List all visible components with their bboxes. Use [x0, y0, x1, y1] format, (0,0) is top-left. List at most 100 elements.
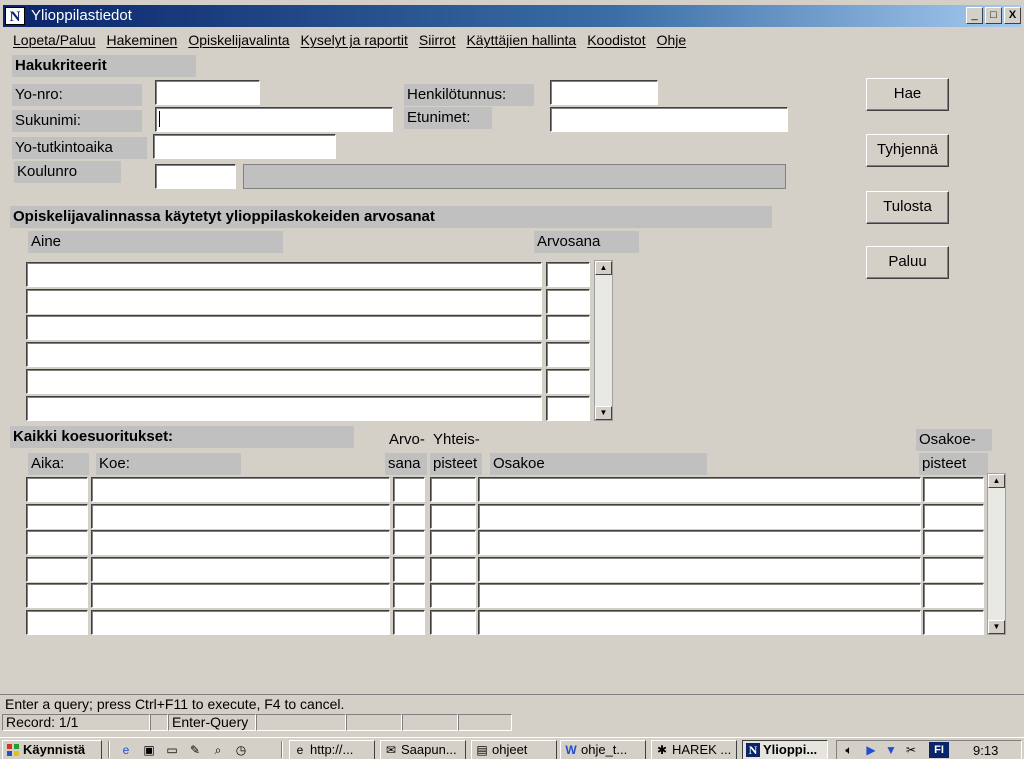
yhteispisteet-cell[interactable]: [430, 556, 476, 582]
osakoepisteet-cell[interactable]: [923, 609, 984, 635]
osakoe-cell[interactable]: [478, 477, 921, 502]
arvosana-cell[interactable]: [393, 530, 425, 555]
monitor-icon[interactable]: ▭: [164, 742, 180, 758]
minimize-button[interactable]: _: [966, 7, 983, 24]
task-word[interactable]: Wohje_t...: [560, 740, 646, 759]
task-inbox[interactable]: ✉ Saapun...: [380, 740, 466, 759]
tyhjenna-button[interactable]: Tyhjennä: [866, 134, 949, 167]
osakoe-cell[interactable]: [478, 583, 921, 608]
start-button[interactable]: Käynnistä: [2, 740, 102, 759]
arvosana-cell[interactable]: [546, 368, 590, 394]
menu-kyselyt[interactable]: Kyselyt ja raportit: [301, 30, 408, 50]
arvosana-cell[interactable]: [546, 262, 590, 287]
osakoe-cell[interactable]: [478, 609, 921, 635]
task-browser[interactable]: e http://...: [289, 740, 375, 759]
menu-siirrot[interactable]: Siirrot: [419, 30, 456, 50]
menu-ohje[interactable]: Ohje: [657, 30, 687, 50]
koe-cell[interactable]: [91, 477, 390, 502]
aine-cell[interactable]: [26, 315, 542, 341]
arvosana-cell[interactable]: [546, 395, 590, 421]
scroll-down-icon[interactable]: ▼: [595, 406, 612, 420]
media-icon[interactable]: ▶: [863, 742, 879, 758]
menu-opiskelijavalinta[interactable]: Opiskelijavalinta: [188, 30, 289, 50]
yhteispisteet-cell[interactable]: [430, 609, 476, 635]
arvosana-cell[interactable]: [393, 556, 425, 582]
status-cell-empty: [458, 714, 512, 731]
osakoepisteet-cell[interactable]: [923, 530, 984, 555]
menu-hakeminen[interactable]: Hakeminen: [107, 30, 178, 50]
menu-kayttajien-hallinta[interactable]: Käyttäjien hallinta: [466, 30, 576, 50]
osakoepisteet-cell[interactable]: [923, 583, 984, 608]
language-indicator[interactable]: FI: [929, 742, 949, 758]
hae-button[interactable]: Hae: [866, 78, 949, 111]
task-harek[interactable]: ✱ HAREK ...: [651, 740, 737, 759]
mail-icon: ✉: [385, 743, 397, 757]
network-icon[interactable]: ▼: [883, 742, 899, 758]
osakoepisteet-cell[interactable]: [923, 503, 984, 529]
koe-cell[interactable]: [91, 530, 390, 555]
arvosana-cell[interactable]: [393, 583, 425, 608]
edit-icon[interactable]: ✎: [187, 742, 203, 758]
osakoe-cell[interactable]: [478, 530, 921, 555]
arvosana-cell[interactable]: [393, 609, 425, 635]
taskbar: Käynnistä e ▣ ▭ ✎ ⌕ ◷ e http://... ✉ Saapu…: [0, 737, 1024, 759]
aika-cell[interactable]: [26, 477, 88, 502]
aika-cell[interactable]: [26, 556, 88, 582]
task-ylioppilastiedot[interactable]: N Ylioppi...: [742, 740, 828, 759]
arvosana-cell[interactable]: [546, 342, 590, 368]
etunimet-input[interactable]: [550, 107, 788, 132]
tulosta-button[interactable]: Tulosta: [866, 191, 949, 224]
aika-cell[interactable]: [26, 503, 88, 529]
menu-koodistot[interactable]: Koodistot: [587, 30, 645, 50]
aine-cell[interactable]: [26, 395, 542, 421]
osakoepisteet-cell[interactable]: [923, 477, 984, 502]
koulunro-label: Koulunro: [14, 161, 121, 183]
scroll-down-icon[interactable]: ▼: [988, 620, 1005, 634]
search-icon[interactable]: ⌕: [210, 742, 226, 758]
aika-cell[interactable]: [26, 609, 88, 635]
scroll-up-icon[interactable]: ▲: [988, 474, 1005, 488]
aika-cell[interactable]: [26, 583, 88, 608]
menu-lopeta[interactable]: Lopeta/Paluu: [13, 30, 96, 50]
arvosana-cell[interactable]: [546, 288, 590, 314]
koe-cell[interactable]: [91, 583, 390, 608]
aine-cell[interactable]: [26, 262, 542, 287]
koulunro-input[interactable]: [155, 164, 236, 189]
exams-scrollbar[interactable]: ▲ ▼: [987, 473, 1006, 635]
close-button[interactable]: X: [1004, 7, 1021, 24]
clock-app-icon[interactable]: ◷: [233, 742, 249, 758]
sukunimi-input[interactable]: [155, 107, 393, 132]
yo-nro-input[interactable]: [155, 80, 260, 105]
maximize-button[interactable]: □: [985, 7, 1002, 24]
arvosana-cell[interactable]: [393, 503, 425, 529]
osakoe-cell[interactable]: [478, 556, 921, 582]
volume-icon[interactable]: 🔈︎: [841, 742, 857, 758]
aine-cell[interactable]: [26, 288, 542, 314]
osakoe-cell[interactable]: [478, 503, 921, 529]
koe-cell[interactable]: [91, 609, 390, 635]
aika-cell[interactable]: [26, 530, 88, 555]
tool-icon[interactable]: ✂: [903, 742, 919, 758]
arvosana-cell[interactable]: [393, 477, 425, 502]
aine-cell[interactable]: [26, 368, 542, 394]
aine-cell[interactable]: [26, 342, 542, 368]
henkilotunnus-input[interactable]: [550, 80, 658, 105]
grades-scrollbar[interactable]: ▲ ▼: [594, 260, 613, 421]
koe-cell[interactable]: [91, 503, 390, 529]
task-folder[interactable]: ▤ ohjeet: [471, 740, 557, 759]
scroll-up-icon[interactable]: ▲: [595, 261, 612, 275]
paluu-button[interactable]: Paluu: [866, 246, 949, 279]
title-bar-strip[interactable]: N Ylioppilastiedot: [3, 5, 1021, 27]
osakoepisteet-cell[interactable]: [923, 556, 984, 582]
yhteispisteet-cell[interactable]: [430, 583, 476, 608]
yhteispisteet-cell[interactable]: [430, 503, 476, 529]
yhteispisteet-cell[interactable]: [430, 530, 476, 555]
browser-icon[interactable]: e: [118, 742, 134, 758]
arvosana-cell[interactable]: [546, 315, 590, 341]
osakoe-column-header: Osakoe: [490, 453, 707, 475]
title-bar[interactable]: N Ylioppilastiedot _ □ X: [0, 0, 1024, 30]
koe-cell[interactable]: [91, 556, 390, 582]
yhteispisteet-cell[interactable]: [430, 477, 476, 502]
yo-tutkintoaika-input[interactable]: [153, 134, 336, 159]
desktop-icon[interactable]: ▣: [141, 742, 157, 758]
